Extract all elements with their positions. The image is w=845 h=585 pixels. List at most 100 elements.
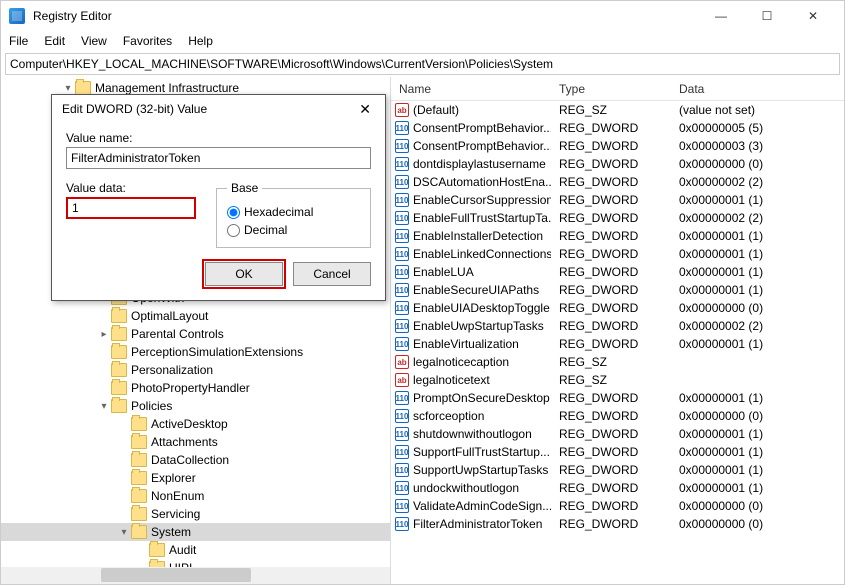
value-type-cell: REG_DWORD xyxy=(551,139,671,153)
tree-node-system[interactable]: ▾ System xyxy=(1,523,390,541)
registry-value-row[interactable]: 110EnableUwpStartupTasksREG_DWORD0x00000… xyxy=(391,317,844,335)
registry-value-row[interactable]: 110dontdisplaylastusernameREG_DWORD0x000… xyxy=(391,155,844,173)
expander-icon[interactable]: ▾ xyxy=(61,81,75,95)
registry-value-row[interactable]: 110SupportUwpStartupTasksREG_DWORD0x0000… xyxy=(391,461,844,479)
registry-value-row[interactable]: 110ConsentPromptBehavior...REG_DWORD0x00… xyxy=(391,137,844,155)
tree-node-servicing[interactable]: Servicing xyxy=(1,505,390,523)
radio-decimal[interactable] xyxy=(227,224,240,237)
col-header-type[interactable]: Type xyxy=(551,82,671,96)
dword-value-icon: 110 xyxy=(395,211,409,225)
radio-hexadecimal[interactable] xyxy=(227,206,240,219)
value-name-cell: ConsentPromptBehavior... xyxy=(413,121,551,135)
registry-value-row[interactable]: 110ConsentPromptBehavior...REG_DWORD0x00… xyxy=(391,119,844,137)
window-title: Registry Editor xyxy=(33,9,698,23)
registry-value-row[interactable]: 110DSCAutomationHostEna...REG_DWORD0x000… xyxy=(391,173,844,191)
tree-node-label: ActiveDesktop xyxy=(151,417,228,431)
tree-hscroll-track[interactable] xyxy=(1,567,390,584)
tree-node-explorer[interactable]: Explorer xyxy=(1,469,390,487)
menu-favorites[interactable]: Favorites xyxy=(123,34,172,48)
registry-value-row[interactable]: 110EnableLUAREG_DWORD0x00000001 (1) xyxy=(391,263,844,281)
tree-node-parental-controls[interactable]: ▸ Parental Controls xyxy=(1,325,390,343)
expander-icon[interactable]: ▾ xyxy=(117,525,131,539)
tree-node-label: PhotoPropertyHandler xyxy=(131,381,250,395)
value-name-cell: EnableInstallerDetection xyxy=(413,229,543,243)
tree-node-label: Parental Controls xyxy=(131,327,224,341)
tree-node-label: DataCollection xyxy=(151,453,229,467)
col-header-data[interactable]: Data xyxy=(671,82,844,96)
cancel-button[interactable]: Cancel xyxy=(293,262,371,286)
value-type-cell: REG_DWORD xyxy=(551,193,671,207)
registry-value-row[interactable]: 110SupportFullTrustStartup...REG_DWORD0x… xyxy=(391,443,844,461)
tree-node-audit[interactable]: Audit xyxy=(1,541,390,559)
registry-value-row[interactable]: 110EnableFullTrustStartupTa...REG_DWORD0… xyxy=(391,209,844,227)
value-name-cell: SupportFullTrustStartup... xyxy=(413,445,550,459)
tree-node-attachments[interactable]: Attachments xyxy=(1,433,390,451)
base-legend: Base xyxy=(227,181,262,195)
expander-icon[interactable]: ▸ xyxy=(97,327,111,341)
menu-view[interactable]: View xyxy=(81,34,107,48)
value-data-cell: 0x00000001 (1) xyxy=(671,193,844,207)
ok-button[interactable]: OK xyxy=(205,262,283,286)
value-name-cell: legalnoticecaption xyxy=(413,355,509,369)
tree-node-label: Servicing xyxy=(151,507,200,521)
menu-help[interactable]: Help xyxy=(188,34,213,48)
registry-value-row[interactable]: 110FilterAdministratorTokenREG_DWORD0x00… xyxy=(391,515,844,533)
tree-node-personalization[interactable]: Personalization xyxy=(1,361,390,379)
tree-node-policies[interactable]: ▾Policies xyxy=(1,397,390,415)
registry-value-row[interactable]: 110ValidateAdminCodeSign...REG_DWORD0x00… xyxy=(391,497,844,515)
close-button[interactable]: ✕ xyxy=(790,1,836,31)
value-name-cell: EnableFullTrustStartupTa... xyxy=(413,211,551,225)
value-data-input[interactable] xyxy=(66,197,196,219)
value-name-cell: FilterAdministratorToken xyxy=(413,517,542,531)
tree-node-photopropertyhandler[interactable]: PhotoPropertyHandler xyxy=(1,379,390,397)
titlebar: Registry Editor — ☐ ✕ xyxy=(1,1,844,31)
registry-value-row[interactable]: 110EnableVirtualizationREG_DWORD0x000000… xyxy=(391,335,844,353)
dialog-close-button[interactable]: ✕ xyxy=(355,101,375,118)
registry-value-row[interactable]: ab(Default)REG_SZ(value not set) xyxy=(391,101,844,119)
col-header-name[interactable]: Name xyxy=(391,82,551,96)
address-bar[interactable]: Computer\HKEY_LOCAL_MACHINE\SOFTWARE\Mic… xyxy=(5,53,840,75)
registry-value-row[interactable]: 110EnableUIADesktopToggleREG_DWORD0x0000… xyxy=(391,299,844,317)
registry-value-row[interactable]: 110undockwithoutlogonREG_DWORD0x00000001… xyxy=(391,479,844,497)
maximize-button[interactable]: ☐ xyxy=(744,1,790,31)
dword-value-icon: 110 xyxy=(395,427,409,441)
registry-value-row[interactable]: 110EnableSecureUIAPathsREG_DWORD0x000000… xyxy=(391,281,844,299)
registry-value-row[interactable]: 110shutdownwithoutlogonREG_DWORD0x000000… xyxy=(391,425,844,443)
tree-node-activedesktop[interactable]: ActiveDesktop xyxy=(1,415,390,433)
value-data-cell: (value not set) xyxy=(671,103,844,117)
tree-node-perceptionsimulationextensions[interactable]: PerceptionSimulationExtensions xyxy=(1,343,390,361)
registry-value-row[interactable]: 110PromptOnSecureDesktopREG_DWORD0x00000… xyxy=(391,389,844,407)
registry-value-row[interactable]: ablegalnoticecaptionREG_SZ xyxy=(391,353,844,371)
value-data-cell: 0x00000001 (1) xyxy=(671,391,844,405)
value-type-cell: REG_DWORD xyxy=(551,481,671,495)
value-name-input[interactable] xyxy=(66,147,371,169)
minimize-button[interactable]: — xyxy=(698,1,744,31)
value-name-cell: shutdownwithoutlogon xyxy=(413,427,532,441)
registry-value-row[interactable]: 110EnableInstallerDetectionREG_DWORD0x00… xyxy=(391,227,844,245)
tree-hscroll-thumb[interactable] xyxy=(101,568,251,582)
dword-value-icon: 110 xyxy=(395,445,409,459)
dword-value-icon: 110 xyxy=(395,301,409,315)
list-pane[interactable]: Name Type Data ab(Default)REG_SZ(value n… xyxy=(391,77,844,584)
dialog-titlebar[interactable]: Edit DWORD (32-bit) Value ✕ xyxy=(52,95,385,123)
regedit-icon xyxy=(9,8,25,24)
dword-value-icon: 110 xyxy=(395,175,409,189)
registry-value-row[interactable]: 110EnableLinkedConnectionsREG_DWORD0x000… xyxy=(391,245,844,263)
tree-node-nonenum[interactable]: NonEnum xyxy=(1,487,390,505)
tree-node-label: System xyxy=(151,525,191,539)
value-type-cell: REG_DWORD xyxy=(551,265,671,279)
value-name-cell: PromptOnSecureDesktop xyxy=(413,391,550,405)
registry-value-row[interactable]: 110scforceoptionREG_DWORD0x00000000 (0) xyxy=(391,407,844,425)
value-data-cell: 0x00000001 (1) xyxy=(671,337,844,351)
value-type-cell: REG_DWORD xyxy=(551,319,671,333)
menu-file[interactable]: File xyxy=(9,34,28,48)
menu-edit[interactable]: Edit xyxy=(44,34,65,48)
value-data-cell: 0x00000003 (3) xyxy=(671,139,844,153)
tree-node-datacollection[interactable]: DataCollection xyxy=(1,451,390,469)
registry-value-row[interactable]: ablegalnoticetextREG_SZ xyxy=(391,371,844,389)
tree-node-label: Attachments xyxy=(151,435,218,449)
value-name-cell: EnableUIADesktopToggle xyxy=(413,301,550,315)
expander-icon[interactable]: ▾ xyxy=(97,399,111,413)
registry-value-row[interactable]: 110EnableCursorSuppressionREG_DWORD0x000… xyxy=(391,191,844,209)
tree-node-optimallayout[interactable]: OptimalLayout xyxy=(1,307,390,325)
